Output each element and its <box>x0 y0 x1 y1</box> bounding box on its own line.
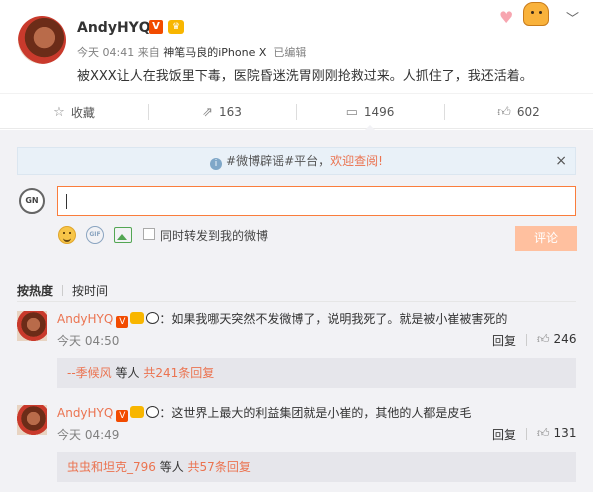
member-crown-icon <box>130 406 145 418</box>
author-username[interactable]: AndyHYQ <box>77 20 151 36</box>
sub-reply-mid: 等人 <box>155 460 188 474</box>
cat-sticker-icon <box>523 2 549 26</box>
like-button[interactable]: 👍︎ 602 <box>444 94 593 130</box>
comment-icon: ▭ <box>345 104 358 120</box>
comment-body: AndyHYQ V ：如果我哪天突然不发微博了，说明我死了。就是被小崔被害死的 <box>57 310 507 328</box>
comment-button[interactable]: ▭ 1496 <box>296 94 444 131</box>
member-crown-icon <box>130 312 145 324</box>
verified-icon: V <box>116 410 129 422</box>
comment-action-divider <box>526 334 527 346</box>
comment-action-divider <box>526 428 527 440</box>
repost-button[interactable]: ⇗ 163 <box>148 94 296 130</box>
comment-like-count: 246 <box>553 332 577 346</box>
star-icon: ☆ <box>53 104 65 120</box>
post-time[interactable]: 今天 04:41 <box>77 46 134 59</box>
comment-text: ：如果我哪天突然不发微博了，说明我死了。就是被小崔被害死的 <box>159 312 508 326</box>
repost-count: 163 <box>219 105 242 119</box>
repost-checkbox[interactable] <box>143 228 155 240</box>
member-crown-icon: ♛ <box>168 20 184 34</box>
author-avatar[interactable] <box>18 16 66 64</box>
post-from-label: 来自 <box>137 46 160 59</box>
comment-username[interactable]: AndyHYQ <box>57 406 113 420</box>
notice-link[interactable]: 欢迎查阅! <box>330 154 383 168</box>
submit-comment-button[interactable]: 评论 <box>515 226 577 251</box>
comment-input[interactable] <box>57 186 576 216</box>
sort-by-time[interactable]: 按时间 <box>72 284 108 298</box>
sort-divider <box>62 285 64 296</box>
image-icon[interactable] <box>114 227 132 243</box>
close-icon[interactable]: × <box>555 148 567 174</box>
favorite-label: 收藏 <box>70 105 95 120</box>
notice-hashtag[interactable]: #微博辟谣#平台 <box>226 154 318 168</box>
sub-replies-summary[interactable]: 虫虫和坦克_796 等人 共57条回复 <box>57 452 576 482</box>
repost-checkbox-label[interactable]: 同时转发到我的微博 <box>160 227 268 244</box>
comment-like-button[interactable]: 👍︎ 246 <box>537 332 576 347</box>
thumbs-up-icon: 👍︎ <box>537 332 550 346</box>
thumbs-up-icon: 👍︎ <box>497 104 511 120</box>
text-caret <box>66 194 67 209</box>
sort-by-hot[interactable]: 按热度 <box>17 284 53 298</box>
rumor-notice-banner: i #微博辟谣#平台，欢迎查阅! × <box>17 147 576 175</box>
post-card: AndyHYQ V ♛ ♥ ﹀ 今天 04:41 来自 神笔马良的iPhone … <box>0 0 593 92</box>
thumbs-up-icon: 👍︎ <box>537 426 550 440</box>
heart-icon: ♥ <box>499 8 514 27</box>
sub-reply-user[interactable]: 虫虫和坦克_796 <box>67 460 156 474</box>
chevron-down-icon[interactable]: ﹀ <box>566 8 579 27</box>
comment-like-count: 131 <box>553 426 577 440</box>
reply-button[interactable]: 回复 <box>492 332 516 349</box>
sub-reply-user[interactable]: --季候风 <box>67 366 112 380</box>
panda-icon <box>146 406 160 418</box>
post-device[interactable]: 神笔马良的iPhone X <box>163 46 266 59</box>
my-avatar[interactable]: GN <box>19 188 45 214</box>
repost-icon: ⇗ <box>202 104 213 120</box>
comment-time: 今天 04:50 <box>57 334 120 348</box>
comment-avatar[interactable] <box>17 405 47 435</box>
comment-count: 1496 <box>363 105 395 119</box>
info-icon: i <box>210 158 223 170</box>
sub-reply-count[interactable]: 共241条回复 <box>143 366 214 380</box>
comment-sort-bar: 按热度 按时间 <box>17 282 108 299</box>
comment-text: ：这世界上最大的利益集团就是小崔的，其他的人都是皮毛 <box>159 406 472 420</box>
comment-like-button[interactable]: 👍︎ 131 <box>537 426 576 441</box>
reply-button[interactable]: 回复 <box>492 426 516 443</box>
weibo-post-page: AndyHYQ V ♛ ♥ ﹀ 今天 04:41 来自 神笔马良的iPhone … <box>0 0 593 492</box>
comment-time: 今天 04:49 <box>57 428 120 442</box>
comment-username[interactable]: AndyHYQ <box>57 312 113 326</box>
comment-avatar[interactable] <box>17 311 47 341</box>
post-content: 被XXX让人在我饭里下毒，医院昏迷洗胃刚刚抢救过来。人抓住了，我还活着。 <box>77 69 533 84</box>
post-action-bar: ☆ 收藏 ⇗ 163 ▭ 1496 👍︎ 602 <box>0 93 593 131</box>
post-edited[interactable]: 已编辑 <box>273 46 306 59</box>
notice-separator: ， <box>318 154 331 168</box>
sub-reply-count[interactable]: 共57条回复 <box>188 460 251 474</box>
like-count: 602 <box>516 105 540 119</box>
emoji-icon[interactable] <box>58 226 76 244</box>
post-meta: 今天 04:41 来自 神笔马良的iPhone X 已编辑 <box>77 44 306 60</box>
panda-icon <box>146 312 160 324</box>
comment-body: AndyHYQ V ：这世界上最大的利益集团就是小崔的，其他的人都是皮毛 <box>57 404 471 422</box>
verified-icon: V <box>116 316 129 328</box>
sub-replies-summary[interactable]: --季候风 等人 共241条回复 <box>57 358 576 388</box>
favorite-button[interactable]: ☆ 收藏 <box>0 94 148 130</box>
sub-reply-mid: 等人 <box>111 366 144 380</box>
gif-icon[interactable]: GIF <box>86 226 104 244</box>
sort-divider-line <box>17 301 576 302</box>
post-top-right: ♥ ﹀ <box>499 2 579 28</box>
verified-icon: V <box>149 20 163 34</box>
